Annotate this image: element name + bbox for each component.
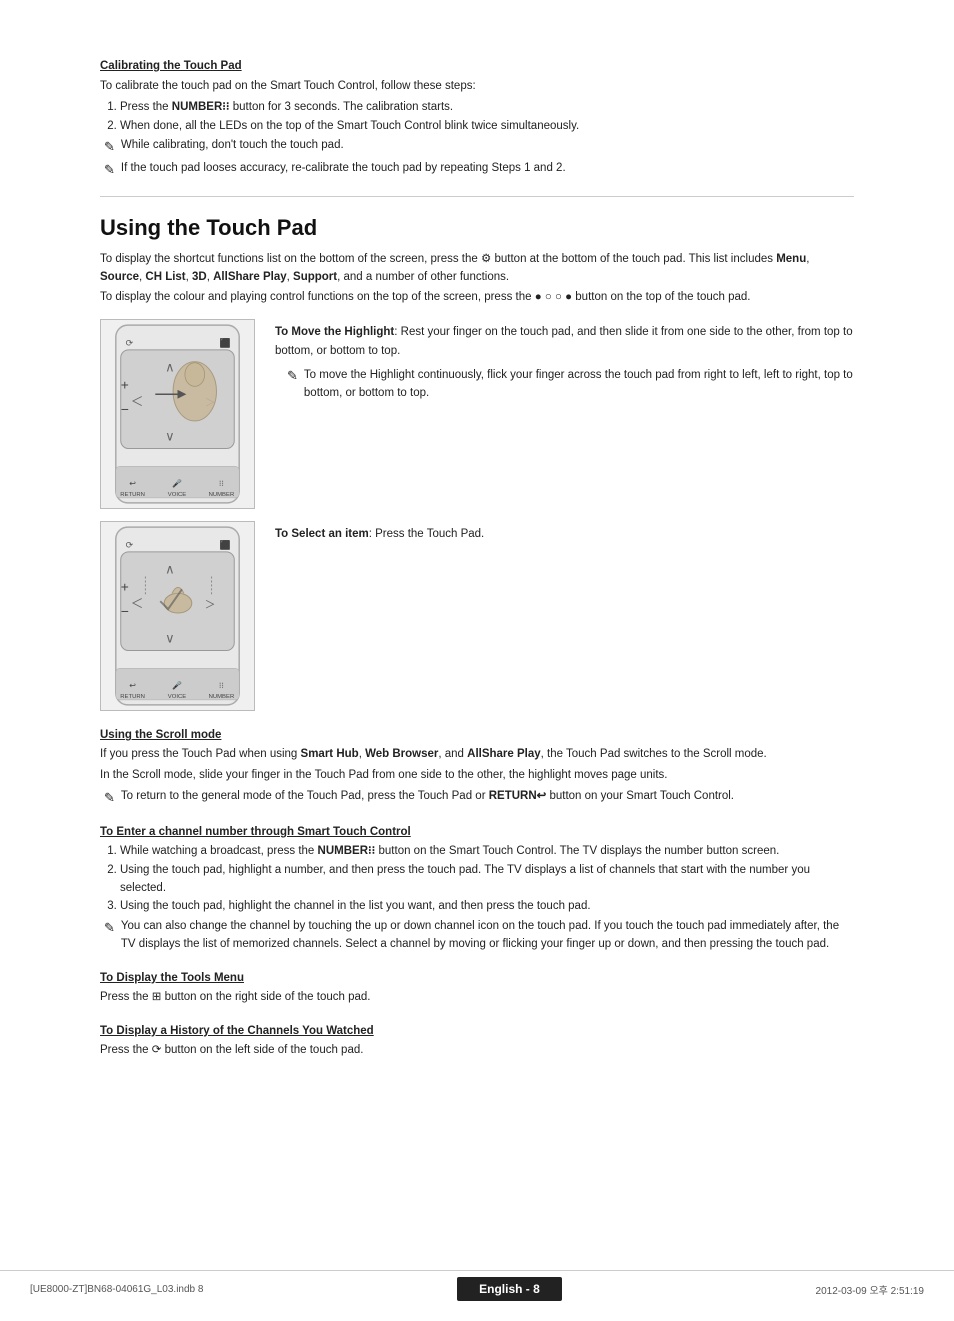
footer-date-info: 2012-03-09 오후 2:51:19 — [816, 1282, 924, 1297]
svg-text:NUMBER: NUMBER — [209, 694, 235, 700]
scroll-mode-desc1: If you press the Touch Pad when using Sm… — [100, 746, 854, 764]
select-item-desc: To Select an item: Press the Touch Pad. — [275, 521, 854, 543]
enter-channel-steps: While watching a broadcast, press the NU… — [120, 843, 854, 916]
note-icon-channel: ✎ — [104, 918, 115, 938]
svg-text:⟳: ⟳ — [126, 338, 134, 348]
svg-text:↩: ↩ — [129, 681, 136, 690]
page-footer: [UE8000-ZT]BN68-04061G_L03.indb 8 Englis… — [0, 1270, 954, 1301]
move-highlight-desc: To Move the Highlight: Rest your finger … — [275, 319, 854, 403]
touch-pad-intro1: To display the shortcut functions list o… — [100, 251, 854, 287]
touch-pad-intro2: To display the colour and playing contro… — [100, 289, 854, 307]
calibrating-steps-list: Press the NUMBER⁝⁝ button for 3 seconds.… — [120, 99, 854, 136]
svg-text:∨: ∨ — [165, 631, 174, 646]
svg-text:∧: ∧ — [165, 562, 174, 577]
svg-text:＞: ＞ — [205, 599, 216, 611]
history-title: To Display a History of the Channels You… — [100, 1025, 854, 1037]
history-desc: Press the ⟳ button on the left side of t… — [100, 1042, 854, 1060]
footer-file-info: [UE8000-ZT]BN68-04061G_L03.indb 8 — [30, 1284, 203, 1295]
svg-text:VOICE: VOICE — [168, 492, 186, 498]
svg-text:⬛: ⬛ — [219, 337, 230, 348]
enter-channel-note: ✎ You can also change the channel by tou… — [104, 918, 854, 954]
calibrating-intro: To calibrate the touch pad on the Smart … — [100, 78, 854, 96]
svg-text:+: + — [121, 376, 129, 392]
divider-1 — [100, 196, 854, 197]
svg-text:∧: ∧ — [165, 360, 174, 375]
svg-text:⁝⁝: ⁝⁝ — [219, 479, 224, 488]
svg-text:⬛: ⬛ — [219, 539, 230, 550]
svg-text:−: − — [121, 603, 129, 619]
svg-text:RETURN: RETURN — [120, 694, 145, 700]
tools-menu-desc: Press the ⊞ button on the right side of … — [100, 989, 854, 1007]
touchpad-image-move: ⟳ ⬛ ∧ ＜ ＞ ∨ + − — [100, 319, 255, 509]
scroll-mode-title: Using the Scroll mode — [100, 729, 854, 741]
move-highlight-note: ✎ To move the Highlight continuously, fl… — [287, 366, 854, 403]
svg-text:🎤: 🎤 — [172, 478, 182, 488]
svg-text:＜: ＜ — [131, 394, 144, 409]
svg-text:↩: ↩ — [129, 479, 136, 488]
language-badge: English - 8 — [457, 1277, 562, 1301]
calibrating-note-2: ✎ If the touch pad looses accuracy, re-c… — [104, 160, 854, 180]
touchpad-select-section: ⟳ ⬛ ∧ ＜ ＞ ∨ + − — [100, 521, 854, 711]
touchpad-image-select: ⟳ ⬛ ∧ ＜ ＞ ∨ + − — [100, 521, 255, 711]
enter-channel-title: To Enter a channel number through Smart … — [100, 826, 854, 838]
svg-text:⟳: ⟳ — [126, 540, 134, 550]
tools-menu-title: To Display the Tools Menu — [100, 972, 854, 984]
using-touch-pad-title: Using the Touch Pad — [100, 215, 854, 241]
enter-channel-section: To Enter a channel number through Smart … — [100, 826, 854, 954]
note-icon-2: ✎ — [104, 160, 115, 180]
svg-text:NUMBER: NUMBER — [209, 492, 235, 498]
enter-channel-step-2: Using the touch pad, highlight a number,… — [120, 862, 854, 898]
touchpad-move-section: ⟳ ⬛ ∧ ＜ ＞ ∨ + − — [100, 319, 854, 509]
svg-text:🎤: 🎤 — [172, 680, 182, 690]
enter-channel-step-3: Using the touch pad, highlight the chann… — [120, 898, 854, 916]
scroll-mode-section: Using the Scroll mode If you press the T… — [100, 729, 854, 808]
svg-text:VOICE: VOICE — [168, 694, 186, 700]
svg-text:⁝⁝: ⁝⁝ — [219, 681, 224, 690]
note-icon-1: ✎ — [104, 137, 115, 157]
svg-text:−: − — [121, 401, 129, 417]
enter-channel-step-1: While watching a broadcast, press the NU… — [120, 843, 854, 861]
note-icon-move: ✎ — [287, 366, 298, 387]
history-section: To Display a History of the Channels You… — [100, 1025, 854, 1060]
calibrating-note-1: ✎ While calibrating, don't touch the tou… — [104, 137, 854, 157]
svg-text:RETURN: RETURN — [120, 492, 145, 498]
scroll-mode-desc2: In the Scroll mode, slide your finger in… — [100, 767, 854, 785]
calibrating-section: Calibrating the Touch Pad To calibrate t… — [100, 60, 854, 180]
tools-menu-section: To Display the Tools Menu Press the ⊞ bu… — [100, 972, 854, 1007]
calibrating-step-1: Press the NUMBER⁝⁝ button for 3 seconds.… — [120, 99, 854, 117]
calibrating-step-2: When done, all the LEDs on the top of th… — [120, 118, 854, 136]
svg-text:＜: ＜ — [131, 596, 144, 611]
svg-text:+: + — [121, 578, 129, 594]
scroll-mode-note: ✎ To return to the general mode of the T… — [104, 788, 854, 808]
svg-text:∨: ∨ — [165, 429, 174, 444]
note-icon-scroll: ✎ — [104, 788, 115, 808]
calibrating-title: Calibrating the Touch Pad — [100, 60, 854, 72]
